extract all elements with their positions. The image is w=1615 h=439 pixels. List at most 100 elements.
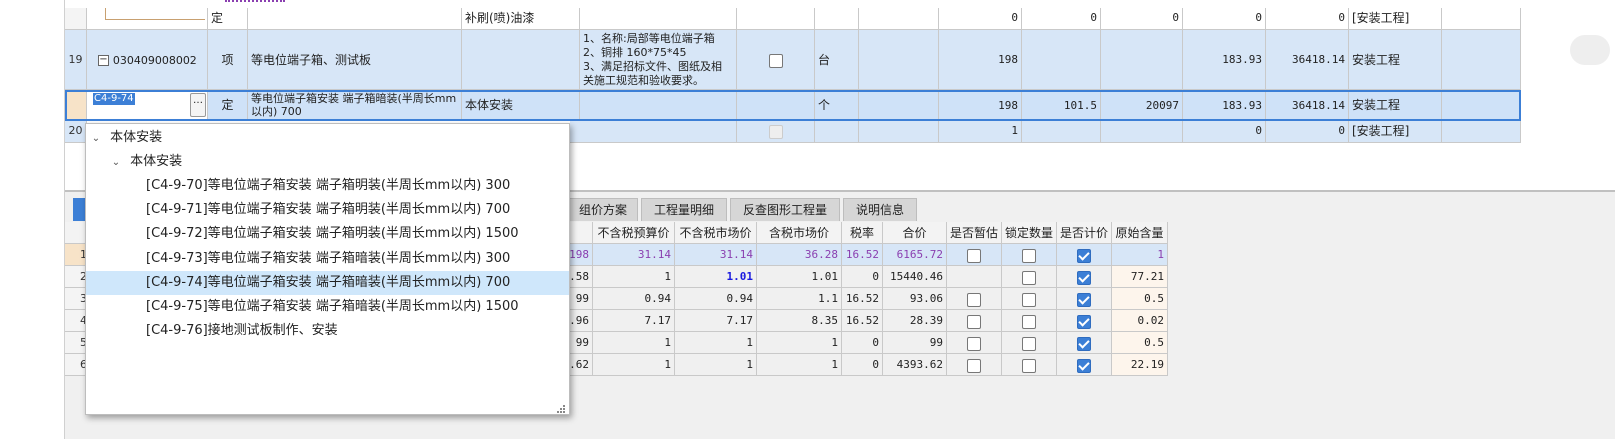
checkbox[interactable]	[1077, 292, 1091, 307]
expr-cell[interactable]	[859, 121, 939, 143]
is-priced-cell[interactable]	[1057, 244, 1112, 266]
tax-rate-cell[interactable]: 0	[842, 266, 883, 288]
checkbox[interactable]	[1077, 336, 1091, 351]
estimate-cell[interactable]	[947, 332, 1002, 354]
lock-qty-cell[interactable]	[1002, 288, 1057, 310]
total-cell[interactable]: 0	[1266, 8, 1349, 30]
tax-market-price-cell[interactable]: 1	[757, 332, 842, 354]
extra-cell[interactable]	[1442, 8, 1521, 30]
extra-cell[interactable]	[1442, 30, 1521, 90]
market-price-cell[interactable]: 1.01	[675, 266, 757, 288]
is-priced-cell[interactable]	[1057, 332, 1112, 354]
market-price-cell[interactable]: 31.14	[675, 244, 757, 266]
qty-cell[interactable]: 198	[939, 30, 1022, 90]
checkbox[interactable]	[768, 124, 783, 139]
column-header[interactable]: 不含税市场价	[675, 222, 757, 244]
budget-price-cell[interactable]: 31.14	[593, 244, 675, 266]
browse-button[interactable]: …	[190, 93, 206, 117]
total-price-cell[interactable]: 99	[883, 332, 947, 354]
original-content-cell[interactable]: 77.21	[1112, 266, 1168, 288]
checkbox[interactable]	[1022, 336, 1036, 351]
expr-cell[interactable]	[859, 30, 939, 90]
column-header[interactable]: 是否暂估	[947, 222, 1002, 244]
check-cell[interactable]	[737, 121, 815, 143]
tax-market-price-cell[interactable]: 1	[757, 354, 842, 376]
qty-cell[interactable]: 0	[939, 8, 1022, 30]
estimate-cell[interactable]	[947, 244, 1002, 266]
desc-cell[interactable]	[580, 8, 737, 30]
expr-cell[interactable]	[859, 8, 939, 30]
check-cell[interactable]	[737, 90, 815, 121]
checkbox[interactable]	[967, 358, 981, 373]
tree-child[interactable]: ⌄ 本体安装	[86, 150, 569, 174]
spec-cell[interactable]: 安装工程	[1349, 30, 1442, 90]
price3-cell[interactable]: 183.93	[1183, 30, 1266, 90]
original-content-cell[interactable]: 1	[1112, 244, 1168, 266]
total-cell[interactable]: 36418.14	[1266, 30, 1349, 90]
desc-cell[interactable]	[580, 90, 737, 121]
extra-cell[interactable]	[1442, 90, 1521, 121]
budget-price-cell[interactable]: 1	[593, 266, 675, 288]
column-header[interactable]: 原始含量	[1112, 222, 1168, 244]
total-cell[interactable]: 0	[1266, 121, 1349, 143]
tax-market-price-cell[interactable]: 1.01	[757, 266, 842, 288]
estimate-cell[interactable]	[947, 266, 1002, 288]
checkbox[interactable]	[967, 248, 981, 263]
tab-reverse-lookup[interactable]: 反查图形工程量	[730, 198, 840, 221]
original-content-cell[interactable]: 0.02	[1112, 310, 1168, 332]
unit-cell[interactable]	[815, 8, 859, 30]
tab-pricing-plan[interactable]: 组价方案	[568, 198, 638, 221]
tax-rate-cell[interactable]: 16.52	[842, 244, 883, 266]
is-priced-cell[interactable]	[1057, 310, 1112, 332]
name-cell[interactable]: 等电位端子箱安装 端子箱暗装(半周长mm 以内) 700	[248, 90, 462, 121]
budget-price-cell[interactable]: 7.17	[593, 310, 675, 332]
unit-cell[interactable]: 个	[815, 90, 859, 121]
original-content-cell[interactable]: 0.5	[1112, 332, 1168, 354]
total-price-cell[interactable]: 4393.62	[883, 354, 947, 376]
total-price-cell[interactable]: 93.06	[883, 288, 947, 310]
budget-price-cell[interactable]: 1	[593, 332, 675, 354]
tree-root[interactable]: ⌄ 本体安装	[86, 126, 569, 150]
checkbox[interactable]	[1077, 248, 1091, 263]
code-editor[interactable]: C4-9-74 …	[87, 90, 208, 121]
dropdown-option[interactable]: [C4-9-72]等电位端子箱安装 端子箱明装(半周长mm以内) 1500	[86, 222, 569, 246]
checkbox[interactable]	[1022, 292, 1036, 307]
tab-quantity-detail[interactable]: 工程量明细	[641, 198, 727, 221]
price3-cell[interactable]: 0	[1183, 8, 1266, 30]
price3-cell[interactable]: 183.93	[1183, 90, 1266, 121]
checkbox[interactable]	[1022, 314, 1036, 329]
type-cell[interactable]: 定	[208, 90, 248, 121]
check-cell[interactable]	[737, 30, 815, 90]
checkbox[interactable]	[1022, 248, 1036, 263]
tax-market-price-cell[interactable]: 36.28	[757, 244, 842, 266]
spec-cell[interactable]: [安装工程]	[1349, 121, 1442, 143]
scroll-handle[interactable]	[1570, 35, 1610, 65]
dropdown-option[interactable]: [C4-9-74]等电位端子箱安装 端子箱暗装(半周长mm以内) 700	[86, 270, 569, 295]
budget-price-cell[interactable]: 0.94	[593, 288, 675, 310]
name-cell[interactable]	[248, 8, 462, 30]
market-price-cell[interactable]: 1	[675, 332, 757, 354]
price2-cell[interactable]	[1101, 121, 1183, 143]
price1-cell[interactable]	[1022, 121, 1101, 143]
is-priced-cell[interactable]	[1057, 354, 1112, 376]
type-cell[interactable]: 项	[208, 30, 248, 90]
dropdown-option[interactable]: [C4-9-70]等电位端子箱安装 端子箱明装(半周长mm以内) 300	[86, 174, 569, 198]
original-content-cell[interactable]: 0.5	[1112, 288, 1168, 310]
price1-cell[interactable]: 101.5	[1022, 90, 1101, 121]
lock-qty-cell[interactable]	[1002, 266, 1057, 288]
original-content-cell[interactable]: 22.19	[1112, 354, 1168, 376]
check-cell[interactable]	[737, 8, 815, 30]
lock-qty-cell[interactable]	[1002, 310, 1057, 332]
tab-description[interactable]: 说明信息	[843, 198, 917, 221]
chevron-down-icon[interactable]: ⌄	[110, 151, 122, 175]
checkbox[interactable]	[768, 53, 783, 68]
budget-price-cell[interactable]: 1	[593, 354, 675, 376]
price2-cell[interactable]: 20097	[1101, 90, 1183, 121]
checkbox[interactable]	[967, 336, 981, 351]
feature-cell[interactable]: 补刷(喷)油漆	[462, 8, 580, 30]
qty-cell[interactable]: 198	[939, 90, 1022, 121]
price1-cell[interactable]: 0	[1022, 8, 1101, 30]
tax-market-price-cell[interactable]: 8.35	[757, 310, 842, 332]
tax-market-price-cell[interactable]: 1.1	[757, 288, 842, 310]
chevron-down-icon[interactable]: ⌄	[90, 127, 102, 151]
